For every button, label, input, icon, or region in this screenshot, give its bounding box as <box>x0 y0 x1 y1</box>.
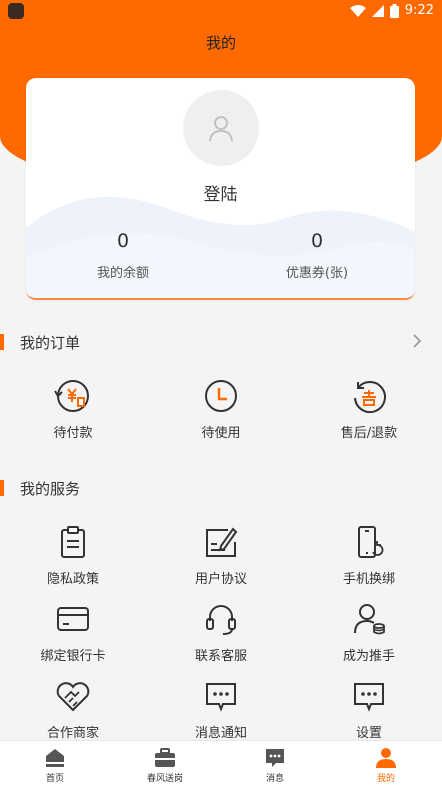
phone-rebind-icon <box>358 526 384 558</box>
service-contact-support[interactable]: 联系客服 <box>161 599 281 664</box>
promoter-icon <box>354 604 385 635</box>
service-user-agreement[interactable]: 用户协议 <box>161 522 281 587</box>
order-to-use[interactable]: 待使用 <box>161 376 281 441</box>
service-item-label: 消息通知 <box>194 726 247 741</box>
balance-value: 0 <box>116 230 130 252</box>
tab-home[interactable]: 首页 <box>15 747 95 784</box>
coupon-stat[interactable]: 0 优惠券(张) <box>242 230 392 281</box>
tab-mine[interactable]: 我的 <box>346 747 426 784</box>
coupon-value: 0 <box>310 230 324 252</box>
bottom-tab-bar: 首页 春风送岗 消息 我的 <box>0 740 442 800</box>
service-settings[interactable]: 设置 <box>309 676 429 741</box>
service-item-label: 手机换绑 <box>342 572 395 587</box>
services-section-title: 我的服务 <box>20 480 81 498</box>
person-icon <box>376 748 396 768</box>
after-sale-icon <box>354 381 386 414</box>
edit-document-icon <box>206 527 238 557</box>
page-title: 我的 <box>205 34 236 52</box>
service-item-label: 绑定银行卡 <box>40 649 106 664</box>
service-item-label: 联系客服 <box>194 649 247 664</box>
battery-icon <box>389 3 399 18</box>
section-accent-bar <box>0 480 4 496</box>
bank-card-icon <box>57 607 89 631</box>
orders-section-title: 我的订单 <box>20 334 81 352</box>
balance-stat[interactable]: 0 我的余额 <box>48 230 198 281</box>
clipboard-icon <box>61 526 85 558</box>
clock-icon <box>205 380 237 412</box>
order-item-label: 售后/退款 <box>340 426 398 441</box>
order-item-label: 待付款 <box>53 426 93 441</box>
avatar[interactable] <box>183 90 259 166</box>
settings-chat-icon <box>354 683 384 712</box>
status-time: 9:22 <box>404 3 434 18</box>
chevron-right-icon[interactable] <box>412 332 422 350</box>
section-accent-bar <box>0 334 4 350</box>
headset-icon <box>206 605 236 635</box>
tab-label: 春风送岗 <box>146 774 183 784</box>
service-item-label: 用户协议 <box>194 572 247 587</box>
tab-label: 我的 <box>376 774 395 784</box>
pending-payment-icon <box>54 380 89 412</box>
service-item-label: 成为推手 <box>342 649 395 664</box>
profile-card: 登陆 0 我的余额 0 优惠券(张) <box>26 78 415 300</box>
login-link[interactable]: 登陆 <box>26 180 415 205</box>
service-item-label: 隐私政策 <box>46 572 99 587</box>
service-phone-rebind[interactable]: 手机换绑 <box>309 522 429 587</box>
briefcase-icon <box>155 748 175 767</box>
order-pending-payment[interactable]: 待付款 <box>13 376 133 441</box>
orders-section-header[interactable]: 我的订单 <box>0 330 442 354</box>
service-partner-merchants[interactable]: 合作商家 <box>13 676 133 741</box>
handshake-heart-icon <box>56 682 90 712</box>
signal-icon <box>371 4 384 17</box>
tab-spring-jobs[interactable]: 春风送岗 <box>125 747 205 784</box>
service-privacy-policy[interactable]: 隐私政策 <box>13 522 133 587</box>
balance-label: 我的余额 <box>96 266 149 281</box>
status-indicators: 9:22 <box>349 3 434 18</box>
user-placeholder-icon <box>209 116 233 142</box>
tab-label: 首页 <box>45 774 64 784</box>
coupon-label: 优惠券(张) <box>285 266 349 281</box>
status-bar: 9:22 <box>0 0 442 24</box>
app-notification-icon <box>8 3 24 19</box>
service-bind-bank-card[interactable]: 绑定银行卡 <box>13 599 133 664</box>
services-section-header: 我的服务 <box>0 476 442 500</box>
service-item-label: 设置 <box>355 726 382 741</box>
service-message-notification[interactable]: 消息通知 <box>161 676 281 741</box>
service-become-promoter[interactable]: 成为推手 <box>309 599 429 664</box>
chat-icon <box>206 683 236 712</box>
order-item-label: 待使用 <box>201 426 241 441</box>
home-icon <box>46 749 64 767</box>
message-icon <box>266 749 284 767</box>
tab-label: 消息 <box>265 774 284 784</box>
order-after-sale[interactable]: 售后/退款 <box>309 376 429 441</box>
wifi-icon <box>349 4 366 17</box>
tab-messages[interactable]: 消息 <box>235 747 315 784</box>
service-item-label: 合作商家 <box>46 726 99 741</box>
